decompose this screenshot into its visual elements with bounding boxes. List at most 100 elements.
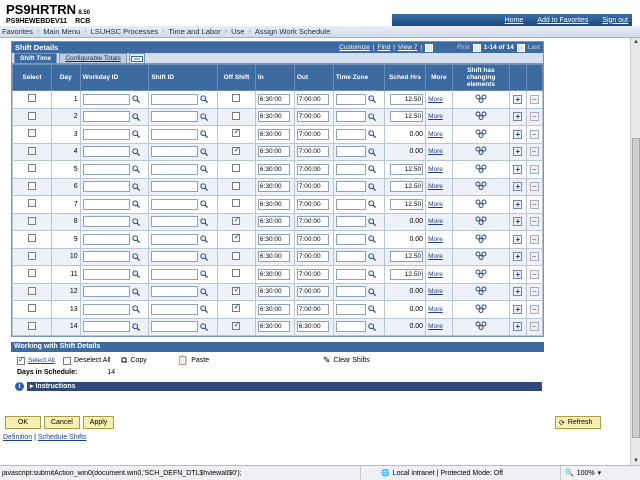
lookup-icon[interactable] (131, 235, 140, 244)
delete-row-button[interactable]: − (529, 199, 539, 209)
lookup-icon[interactable] (200, 183, 209, 191)
tab-shift-time[interactable]: Shift Time (14, 53, 58, 63)
shift-link-icon[interactable] (475, 251, 487, 261)
shift-link-icon[interactable] (475, 111, 487, 121)
more-link[interactable]: More (428, 201, 443, 208)
sched-hrs-input[interactable]: 12.50 (390, 93, 424, 105)
in-time-input[interactable]: 6:30:00 (257, 163, 290, 175)
off-shift-checkbox[interactable] (232, 320, 241, 330)
lookup-icon[interactable] (131, 305, 140, 314)
shift-id-input[interactable] (151, 146, 199, 158)
off-shift-checkbox[interactable] (232, 269, 241, 278)
shift-link-icon[interactable] (475, 234, 487, 243)
out-time-input[interactable]: 6:30:00 (296, 321, 329, 333)
out-time-input[interactable]: 7:00:00 (296, 303, 329, 315)
lookup-icon[interactable] (131, 183, 140, 191)
off-shift-checkbox[interactable] (232, 302, 241, 313)
row-select-checkbox[interactable] (27, 321, 36, 330)
delete-row-button[interactable]: − (529, 269, 539, 279)
lookup-icon[interactable] (368, 305, 376, 314)
lookup-icon[interactable] (368, 113, 376, 121)
workday-id-input[interactable] (82, 163, 130, 175)
shift-link-icon[interactable] (475, 216, 487, 226)
add-row-button[interactable]: + (513, 182, 523, 192)
delete-row-button[interactable]: − (529, 112, 539, 122)
lookup-icon[interactable] (200, 200, 209, 209)
add-row-button[interactable]: + (513, 304, 523, 314)
shift-link-icon[interactable] (475, 269, 487, 278)
in-time-input[interactable]: 6:30:00 (257, 111, 290, 123)
lookup-icon[interactable] (200, 323, 209, 331)
next-arrow-icon[interactable] (516, 43, 525, 52)
add-row-button[interactable]: + (513, 94, 523, 104)
add-row-button[interactable]: + (513, 199, 523, 209)
lookup-icon[interactable] (200, 270, 209, 279)
workday-id-input[interactable] (82, 233, 130, 245)
refresh-button[interactable]: ⟳ Refresh (555, 416, 601, 429)
add-row-button[interactable]: + (513, 269, 523, 279)
in-time-input[interactable]: 6:30:00 (257, 268, 290, 280)
delete-row-button[interactable]: − (529, 234, 539, 244)
previous-arrow-icon[interactable] (472, 43, 481, 52)
more-link[interactable]: More (428, 148, 443, 155)
time-zone-input[interactable] (335, 128, 366, 140)
lookup-icon[interactable] (131, 148, 140, 156)
add-row-button[interactable]: + (513, 217, 523, 227)
lookup-icon[interactable] (200, 218, 209, 226)
shift-link-icon[interactable] (475, 146, 487, 156)
lookup-icon[interactable] (368, 130, 376, 139)
shift-id-input[interactable] (151, 233, 199, 245)
select-all-action[interactable]: Select All (17, 355, 63, 365)
workday-id-input[interactable] (82, 93, 130, 105)
copy-action[interactable]: ⧉ Copy (121, 355, 177, 366)
in-time-input[interactable]: 6:30:00 (257, 181, 290, 193)
out-time-input[interactable]: 7:00:00 (296, 216, 329, 228)
off-shift-checkbox[interactable] (232, 215, 241, 225)
delete-row-button[interactable]: − (529, 129, 539, 139)
lookup-icon[interactable] (200, 130, 209, 139)
shift-id-input[interactable] (151, 93, 199, 105)
delete-row-button[interactable]: − (529, 182, 539, 192)
add-row-button[interactable]: + (513, 164, 523, 174)
lookup-icon[interactable] (368, 165, 376, 174)
shift-link-icon[interactable] (475, 286, 487, 296)
shift-id-input[interactable] (151, 286, 199, 298)
workday-id-input[interactable] (82, 216, 130, 228)
in-time-input[interactable]: 6:30:00 (257, 146, 290, 158)
lookup-icon[interactable] (200, 165, 209, 174)
tab-configurable-totals[interactable]: Configurable Totals (59, 53, 127, 63)
row-select-checkbox[interactable] (27, 304, 36, 313)
download-icon[interactable] (425, 43, 434, 52)
find-link[interactable]: Find (378, 44, 391, 51)
time-zone-input[interactable] (335, 163, 366, 175)
shift-id-input[interactable] (151, 303, 199, 315)
sign-out-link[interactable]: Sign out (602, 17, 628, 24)
out-time-input[interactable]: 7:00:00 (296, 163, 329, 175)
scroll-down-icon[interactable]: ▼ (632, 457, 640, 465)
in-time-input[interactable]: 6:30:00 (257, 286, 290, 298)
workday-id-input[interactable] (82, 128, 130, 140)
add-row-button[interactable]: + (513, 234, 523, 244)
lookup-icon[interactable] (131, 323, 140, 331)
workday-id-input[interactable] (82, 181, 130, 193)
more-link[interactable]: More (428, 183, 443, 190)
lookup-icon[interactable] (368, 253, 376, 261)
more-link[interactable]: More (428, 323, 443, 330)
lookup-icon[interactable] (200, 95, 209, 104)
more-link[interactable]: More (428, 236, 443, 243)
workday-id-input[interactable] (82, 111, 130, 123)
off-shift-checkbox[interactable] (232, 199, 241, 208)
last-link[interactable]: Last (528, 44, 540, 51)
lookup-icon[interactable] (368, 218, 376, 226)
row-select-checkbox[interactable] (27, 216, 36, 225)
lookup-icon[interactable] (200, 148, 209, 156)
time-zone-input[interactable] (335, 111, 366, 123)
shift-link-icon[interactable] (475, 129, 487, 138)
delete-row-button[interactable]: − (529, 164, 539, 174)
shift-id-input[interactable] (151, 268, 199, 280)
workday-id-input[interactable] (82, 198, 130, 210)
shift-link-icon[interactable] (475, 181, 487, 191)
sched-hrs-input[interactable]: 12.50 (390, 251, 424, 263)
off-shift-checkbox[interactable] (232, 164, 241, 173)
shift-id-input[interactable] (151, 251, 199, 263)
